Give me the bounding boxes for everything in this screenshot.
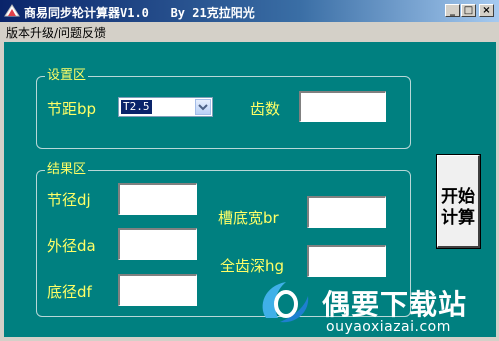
groove-width-label: 槽底宽br — [218, 209, 279, 227]
outer-diameter-output[interactable] — [118, 228, 197, 260]
watermark-brand: 偶要下载站 — [322, 288, 468, 321]
start-calculate-button[interactable]: 开始 计算 — [436, 154, 481, 249]
app-window: 商易同步轮计算器V1.0 By 21克拉阳光 _ □ × 版本升级/问题反馈 设… — [0, 0, 499, 341]
full-tooth-depth-label: 全齿深hg — [220, 257, 285, 275]
full-tooth-depth-output[interactable] — [307, 245, 386, 277]
chevron-down-icon — [198, 104, 208, 111]
menu-bar: 版本升级/问题反馈 — [0, 22, 499, 41]
pitch-select-value: T2.5 — [121, 100, 152, 114]
watermark-logo-icon — [262, 282, 309, 323]
results-group-title: 结果区 — [45, 162, 89, 178]
settings-group-title: 设置区 — [45, 68, 89, 84]
pitch-label: 节距bp — [47, 100, 97, 118]
app-icon — [4, 4, 20, 17]
pitch-diameter-output[interactable] — [118, 183, 197, 215]
maximize-button[interactable]: □ — [461, 4, 476, 17]
close-button[interactable]: × — [479, 4, 494, 17]
pitch-diameter-label: 节径dj — [47, 191, 91, 209]
teeth-input[interactable] — [299, 91, 386, 122]
teeth-label: 齿数 — [250, 100, 281, 118]
watermark-url: ouyaoxiazai.com — [326, 319, 451, 335]
root-diameter-output[interactable] — [118, 274, 197, 306]
pitch-select[interactable]: T2.5 — [118, 97, 213, 117]
window-title: 商易同步轮计算器V1.0 By 21克拉阳光 — [24, 6, 255, 20]
minimize-button[interactable]: _ — [445, 4, 460, 17]
menu-item-upgrade-feedback[interactable]: 版本升级/问题反馈 — [6, 24, 106, 41]
start-calculate-button-line2: 计算 — [441, 208, 475, 228]
client-area: 设置区 节距bp T2.5 齿数 结果区 节径dj 外径da 底径df 槽底宽b… — [4, 42, 496, 337]
pitch-select-dropdown-button[interactable] — [195, 99, 211, 115]
title-bar[interactable]: 商易同步轮计算器V1.0 By 21克拉阳光 _ □ × — [0, 0, 499, 22]
groove-width-output[interactable] — [307, 196, 386, 228]
root-diameter-label: 底径df — [47, 283, 92, 301]
outer-diameter-label: 外径da — [47, 237, 96, 255]
